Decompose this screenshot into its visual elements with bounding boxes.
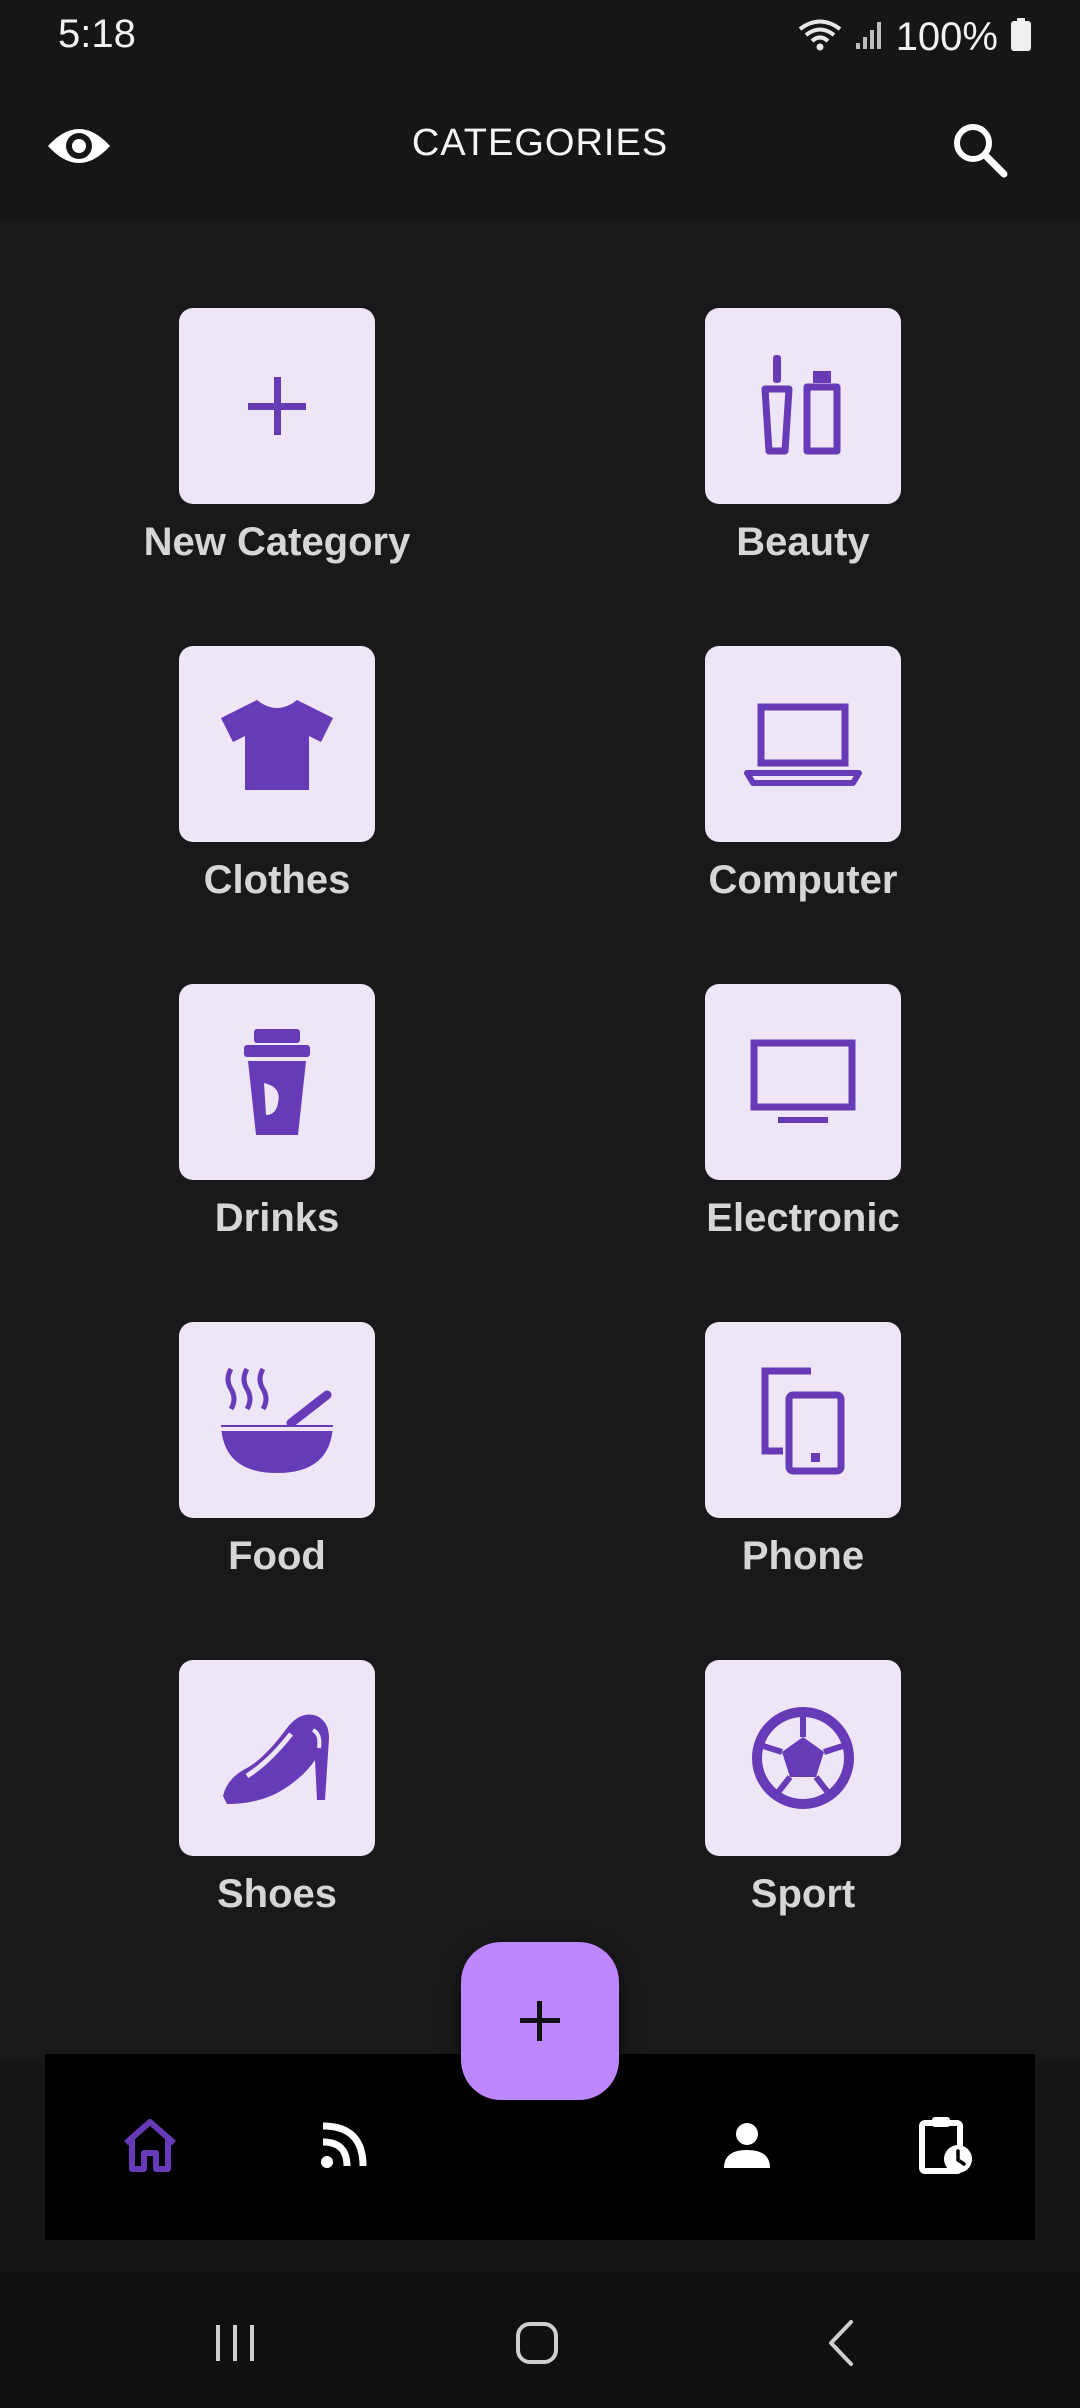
- recents-icon[interactable]: [200, 2308, 270, 2378]
- category-icon-box: [705, 984, 901, 1180]
- category-tile-drinks[interactable]: Drinks: [77, 984, 477, 1284]
- nav-home[interactable]: [115, 2110, 185, 2180]
- status-time: 5:18: [58, 12, 136, 56]
- category-tile-new[interactable]: New Category: [77, 308, 477, 608]
- category-icon-box: [179, 646, 375, 842]
- category-tile-phone[interactable]: Phone: [603, 1322, 1003, 1622]
- category-icon-box: [705, 308, 901, 504]
- signal-icon: [854, 19, 884, 56]
- category-label: Phone: [741, 1534, 865, 1578]
- bowl-icon: [221, 1367, 333, 1473]
- battery-percent: 100%: [895, 14, 998, 59]
- home-icon: [124, 2119, 176, 2172]
- page-title: CATEGORIES: [411, 122, 669, 164]
- category-icon-box: [179, 308, 375, 504]
- monitor-icon: [750, 1039, 856, 1123]
- category-label: Drinks: [214, 1196, 340, 1240]
- category-label: Electronic: [706, 1196, 900, 1240]
- plus-icon: [248, 377, 306, 435]
- plus-icon: [520, 2001, 560, 2041]
- category-tile-food[interactable]: Food: [77, 1322, 477, 1622]
- category-label: Beauty: [736, 520, 870, 564]
- category-icon-box: [705, 1322, 901, 1518]
- status-icons: 100%: [798, 12, 1032, 62]
- tshirt-icon: [221, 700, 333, 790]
- category-label: Shoes: [216, 1872, 338, 1916]
- clipboard-clock-icon: [919, 2117, 972, 2174]
- category-grid: New Category Beauty Clothes Computer Dri…: [0, 222, 1080, 2062]
- category-label: Food: [228, 1534, 326, 1578]
- category-tile-sport[interactable]: Sport: [603, 1660, 1003, 1960]
- category-tile-computer[interactable]: Computer: [603, 646, 1003, 946]
- wifi-icon: [798, 18, 842, 57]
- app-bar: CATEGORIES: [0, 74, 1080, 222]
- beauty-icon: [761, 355, 841, 455]
- home-circle-icon[interactable]: [502, 2308, 572, 2378]
- category-label: Sport: [750, 1872, 856, 1916]
- category-label: Computer: [708, 858, 898, 902]
- rss-icon: [321, 2122, 367, 2168]
- category-label: New Category: [143, 520, 411, 564]
- system-navigation-bar: [0, 2272, 1080, 2408]
- battery-icon: [1010, 17, 1032, 57]
- heel-icon: [223, 1714, 329, 1804]
- add-category-fab[interactable]: [461, 1942, 619, 2100]
- category-icon-box: [705, 646, 901, 842]
- category-label: Clothes: [203, 858, 351, 902]
- category-icon-box: [179, 984, 375, 1180]
- devices-icon: [761, 1367, 845, 1475]
- category-tile-clothes[interactable]: Clothes: [77, 646, 477, 946]
- person-icon: [724, 2123, 770, 2168]
- search-icon[interactable]: [948, 118, 1012, 182]
- category-tile-beauty[interactable]: Beauty: [603, 308, 1003, 608]
- category-icon-box: [179, 1322, 375, 1518]
- nav-profile[interactable]: [712, 2110, 782, 2180]
- category-icon-box: [705, 1660, 901, 1856]
- back-icon[interactable]: [806, 2308, 876, 2378]
- category-tile-electronic[interactable]: Electronic: [603, 984, 1003, 1284]
- nav-feed[interactable]: [309, 2110, 379, 2180]
- nav-history[interactable]: [911, 2110, 981, 2180]
- cup-icon: [244, 1029, 310, 1135]
- laptop-icon: [744, 703, 862, 786]
- category-tile-shoes[interactable]: Shoes: [77, 1660, 477, 1960]
- category-icon-box: [179, 1660, 375, 1856]
- status-bar: 5:18 100%: [0, 0, 1080, 74]
- soccer-ball-icon: [752, 1707, 854, 1809]
